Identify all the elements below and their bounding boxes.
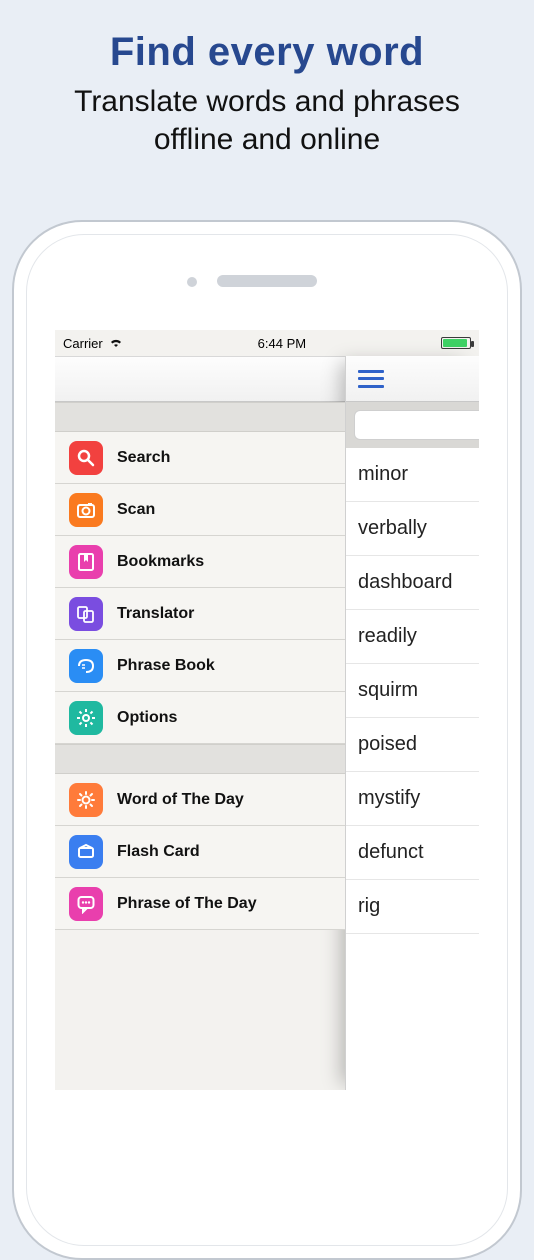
word-item[interactable]: verbally <box>346 502 479 556</box>
word-list: minorverballydashboardreadilysquirmpoise… <box>346 448 479 934</box>
word-list-panel: minorverballydashboardreadilysquirmpoise… <box>345 356 479 1090</box>
word-item[interactable]: minor <box>346 448 479 502</box>
menu-item-label: Phrase Book <box>117 657 215 675</box>
clock: 6:44 PM <box>258 336 306 351</box>
menu-item-translator[interactable]: Translator <box>55 588 345 640</box>
hero-subtitle: Translate words and phrases offline and … <box>0 83 534 158</box>
card-icon <box>69 835 103 869</box>
word-item[interactable]: defunct <box>346 826 479 880</box>
phone-mockup: Carrier 6:44 PM <box>12 220 522 1260</box>
menu-item-label: Word of The Day <box>117 791 244 809</box>
chat-icon <box>69 887 103 921</box>
search-input[interactable] <box>354 410 479 440</box>
status-bar: Carrier 6:44 PM <box>55 330 479 356</box>
menu-item-label: Bookmarks <box>117 553 204 571</box>
menu-item-label: Search <box>117 449 170 467</box>
word-item[interactable]: poised <box>346 718 479 772</box>
menu-icon[interactable] <box>358 370 384 388</box>
menu-item-word-of-the-day[interactable]: Word of The Day <box>55 774 345 826</box>
word-item[interactable]: mystify <box>346 772 479 826</box>
menu-item-phrase-book[interactable]: Phrase Book <box>55 640 345 692</box>
translator-icon <box>69 597 103 631</box>
word-item[interactable]: readily <box>346 610 479 664</box>
app-screen: Carrier 6:44 PM <box>55 330 479 1090</box>
camera-icon <box>69 493 103 527</box>
section-gap <box>55 402 345 432</box>
menu-item-phrase-of-the-day[interactable]: Phrase of The Day <box>55 878 345 930</box>
carrier-label: Carrier <box>63 336 103 351</box>
menu-item-label: Options <box>117 709 177 727</box>
menu-item-label: Translator <box>117 605 194 623</box>
phone-camera <box>187 277 197 287</box>
menu-item-label: Flash Card <box>117 843 200 861</box>
menu-item-bookmarks[interactable]: Bookmarks <box>55 536 345 588</box>
right-navbar <box>346 356 479 402</box>
menu-item-flash-card[interactable]: Flash Card <box>55 826 345 878</box>
hero: Find every word Translate words and phra… <box>0 0 534 158</box>
search-bar <box>346 402 479 448</box>
hero-title: Find every word <box>0 30 534 75</box>
menu-item-label: Phrase of The Day <box>117 895 257 913</box>
gear-icon <box>69 701 103 735</box>
menu-item-search[interactable]: Search <box>55 432 345 484</box>
menu-item-label: Scan <box>117 501 155 519</box>
menu-item-options[interactable]: Options <box>55 692 345 744</box>
battery-icon <box>441 337 471 349</box>
bookmark-icon <box>69 545 103 579</box>
word-item[interactable]: dashboard <box>346 556 479 610</box>
word-item[interactable]: rig <box>346 880 479 934</box>
search-icon <box>69 441 103 475</box>
phone-speaker <box>217 275 317 287</box>
sun-icon <box>69 783 103 817</box>
side-menu: Search Scan Bookmarks Translator Phrase Book… <box>55 402 345 930</box>
menu-item-scan[interactable]: Scan <box>55 484 345 536</box>
section-gap <box>55 744 345 774</box>
wifi-icon <box>109 336 123 351</box>
phrase-icon <box>69 649 103 683</box>
word-item[interactable]: squirm <box>346 664 479 718</box>
